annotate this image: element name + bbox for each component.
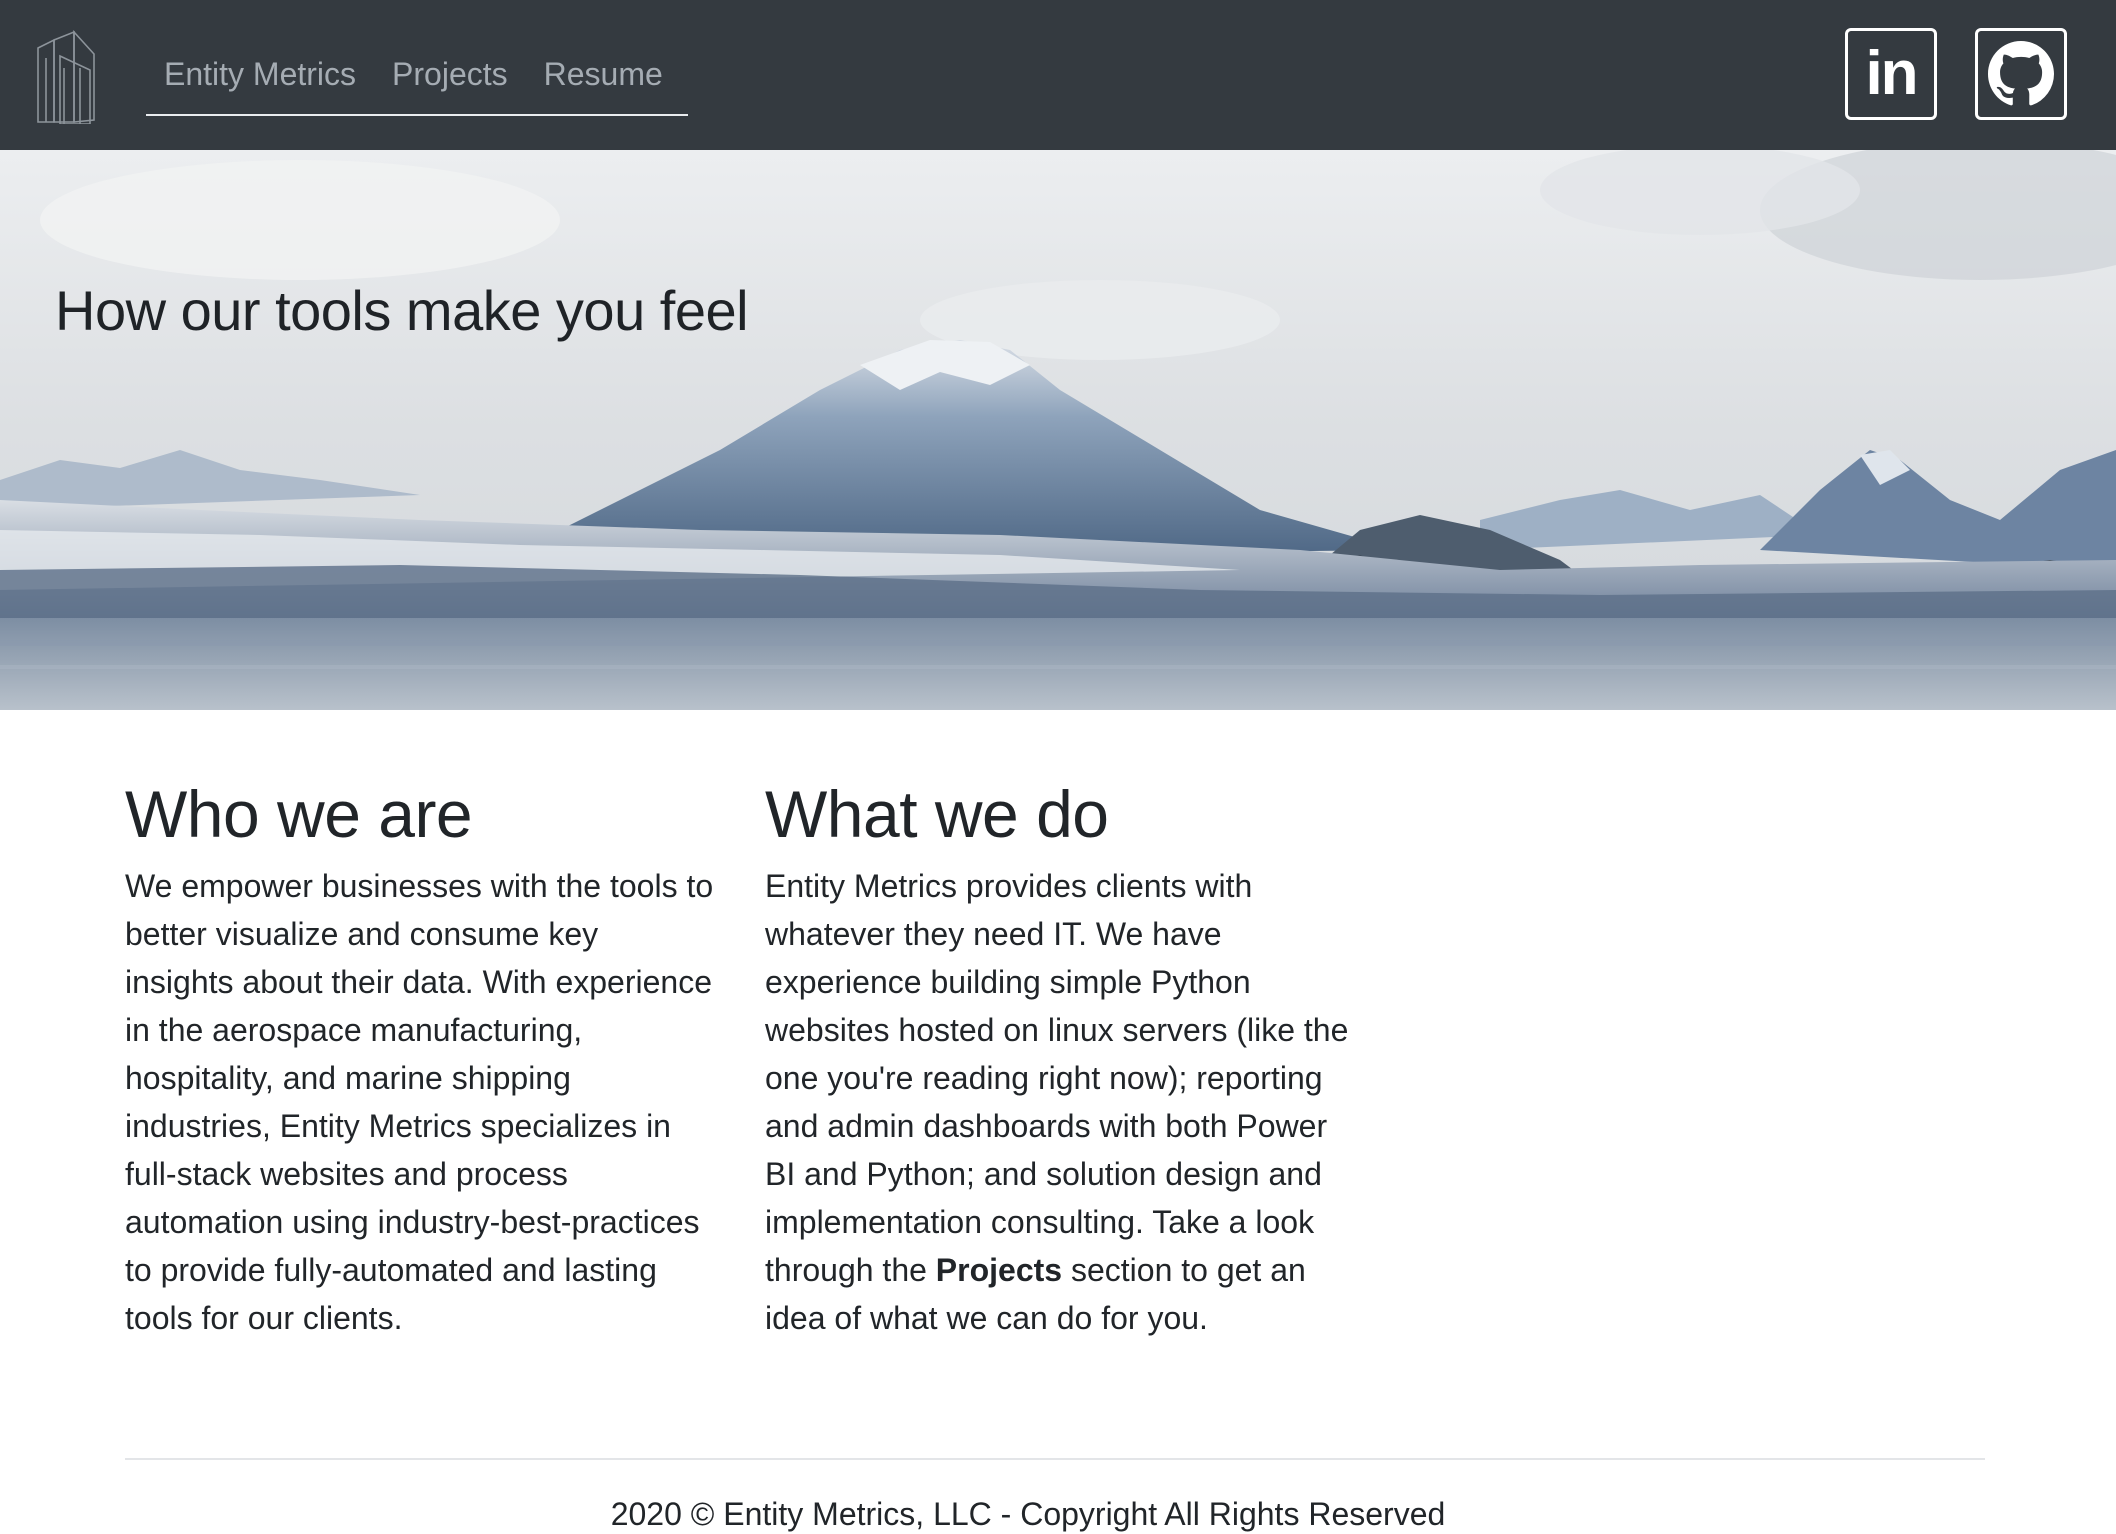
nav-link-entity-metrics[interactable]: Entity Metrics bbox=[146, 46, 374, 94]
linkedin-button[interactable]: in bbox=[1845, 28, 1937, 120]
what-we-do-text-part1: Entity Metrics provides clients with wha… bbox=[765, 868, 1349, 1288]
brand-logo-icon[interactable] bbox=[34, 28, 104, 125]
nav-link-resume[interactable]: Resume bbox=[526, 46, 681, 94]
mountain-lake-image bbox=[0, 150, 2116, 710]
top-navbar: Entity Metrics Projects Resume in bbox=[0, 0, 2116, 150]
who-we-are-section: Who we are We empower businesses with th… bbox=[125, 776, 715, 1342]
footer-copyright: 2020 © Entity Metrics, LLC - Copyright A… bbox=[610, 1496, 1446, 1532]
what-we-do-section: What we do Entity Metrics provides clien… bbox=[765, 776, 1355, 1342]
projects-link[interactable]: Projects bbox=[936, 1252, 1062, 1288]
nav-link-projects[interactable]: Projects bbox=[374, 46, 526, 94]
github-button[interactable] bbox=[1975, 28, 2067, 120]
what-we-do-heading: What we do bbox=[765, 777, 1109, 851]
linkedin-icon: in bbox=[1865, 39, 1918, 108]
hero-title: How our tools make you feel bbox=[55, 279, 749, 342]
what-we-do-text: Entity Metrics provides clients with wha… bbox=[765, 862, 1355, 1342]
github-icon bbox=[1988, 41, 2054, 106]
hero-banner: How our tools make you feel bbox=[0, 150, 2116, 710]
main-nav: Entity Metrics Projects Resume bbox=[146, 46, 688, 116]
footer-divider bbox=[125, 1458, 1985, 1460]
who-we-are-text: We empower businesses with the tools to … bbox=[125, 868, 714, 1336]
who-we-are-heading: Who we are bbox=[125, 777, 473, 851]
